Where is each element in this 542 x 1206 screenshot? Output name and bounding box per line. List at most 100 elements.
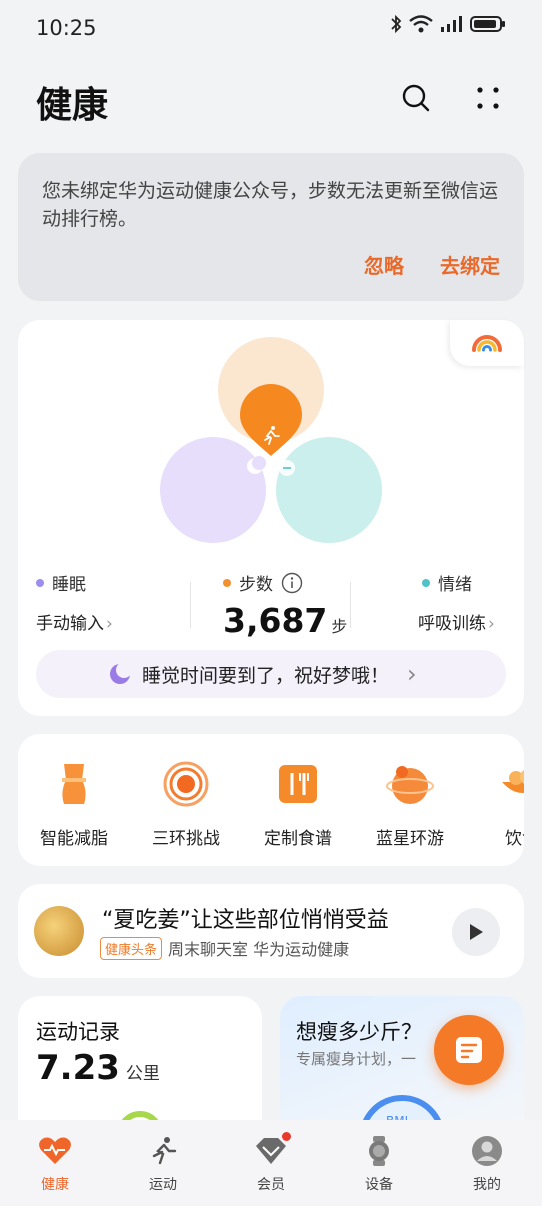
running-icon — [146, 1134, 180, 1168]
chevron-right-icon: › — [106, 614, 113, 634]
sleep-metric[interactable]: 睡眠 手动输入 › — [36, 570, 113, 634]
feature-rings-challenge[interactable]: 三环挑战 — [131, 758, 241, 849]
steps-label: 步数 — [239, 575, 273, 595]
more-grid-icon — [477, 87, 499, 109]
tab-member[interactable]: 会员 — [231, 1132, 311, 1194]
search-icon — [402, 84, 430, 112]
status-bar: 10:25 — [0, 0, 542, 56]
feature-label: 饮食 — [505, 829, 524, 849]
bind-button[interactable]: 去绑定 — [440, 250, 500, 279]
steps-unit: 步 — [331, 617, 348, 636]
steps-value-row: 3,687 步 — [223, 601, 347, 640]
bluetooth-icon — [391, 14, 402, 34]
health-petal-chart[interactable] — [18, 320, 524, 560]
mood-label: 情绪 — [438, 575, 472, 595]
sleep-dot — [36, 578, 44, 587]
sleep-manual-input[interactable]: 手动输入 › — [36, 609, 113, 634]
tab-exercise[interactable]: 运动 — [123, 1134, 203, 1194]
sleep-label: 睡眠 — [52, 575, 86, 595]
feature-planet-travel[interactable]: 蓝星环游 — [355, 758, 465, 849]
note-edit-icon — [456, 1037, 482, 1063]
tab-label: 会员 — [257, 1177, 285, 1193]
exercise-record-unit: 公里 — [125, 1064, 160, 1084]
chevron-right-icon: › — [407, 660, 417, 688]
wifi-icon — [409, 15, 433, 33]
avatar-icon — [470, 1134, 504, 1168]
more-button[interactable] — [468, 78, 508, 118]
mood-metric-name: 情绪 — [422, 570, 495, 595]
sleep-sub-label: 手动输入 — [36, 614, 104, 634]
feature-custom-recipe[interactable]: 定制食谱 — [243, 758, 353, 849]
play-icon — [470, 924, 483, 940]
features-card: 智能减脂 三环挑战 定制食谱 蓝星环游 饮食 — [18, 734, 524, 866]
article-card[interactable]: “夏吃姜”让这些部位悄悄受益 健康头条 周末聊天室 华为运动健康 — [18, 884, 524, 978]
tab-label: 我的 — [473, 1177, 501, 1193]
steps-dot — [223, 578, 231, 587]
mood-petal — [276, 437, 382, 543]
steps-value: 3,687 — [223, 601, 328, 640]
feature-label: 定制食谱 — [264, 829, 332, 849]
sleep-tip-text: 睡觉时间要到了，祝好梦哦！ — [142, 664, 390, 687]
sleep-tip-banner[interactable]: 睡觉时间要到了，祝好梦哦！ › — [36, 650, 506, 698]
tab-label: 健康 — [41, 1177, 69, 1193]
sleep-moon-icon — [110, 662, 132, 684]
breathing-training[interactable]: 呼吸训练 › — [418, 609, 495, 634]
bottom-tab-bar: 健康 运动 会员 设备 我的 — [0, 1120, 542, 1206]
slim-plan-title: 想瘦多少斤？ — [296, 1020, 422, 1044]
feature-smart-fat-loss[interactable]: 智能减脂 — [19, 758, 129, 849]
feature-food[interactable]: 饮食 — [467, 758, 524, 849]
recipe-icon — [272, 758, 324, 810]
rings-challenge-icon — [160, 758, 212, 810]
search-button[interactable] — [396, 78, 436, 118]
tab-health[interactable]: 健康 — [15, 1134, 95, 1194]
exercise-record-value: 7.23 — [36, 1048, 120, 1088]
status-icons — [390, 14, 506, 34]
mood-metric[interactable]: 情绪 呼吸训练 › — [418, 570, 495, 634]
article-title: “夏吃姜”让这些部位悄悄受益 — [102, 908, 389, 933]
sleep-metric-name: 睡眠 — [36, 570, 113, 595]
exercise-record-value-row: 7.23 公里 — [36, 1048, 160, 1088]
diamond-icon — [254, 1132, 291, 1168]
heart-pulse-icon — [38, 1134, 72, 1168]
slim-plan-subtitle: 专属瘦身计划，一 — [296, 1050, 417, 1068]
body-shape-icon — [48, 758, 100, 810]
mood-face-icon — [279, 460, 295, 476]
divider — [190, 582, 191, 628]
floating-action-button[interactable] — [434, 1015, 504, 1085]
divider — [350, 582, 351, 628]
signal-icon — [441, 16, 462, 32]
food-bowl-icon — [496, 758, 524, 810]
bind-notice-message: 您未绑定华为运动健康公众号，步数无法更新至微信运动排行榜。 — [42, 180, 499, 230]
steps-metric-name: 步数 — [223, 570, 347, 595]
tab-devices[interactable]: 设备 — [339, 1134, 419, 1194]
feature-label: 三环挑战 — [152, 829, 220, 849]
notification-dot — [282, 1132, 291, 1141]
tab-label: 运动 — [149, 1177, 177, 1193]
feature-label: 蓝星环游 — [376, 829, 444, 849]
watch-icon — [362, 1134, 396, 1168]
planet-travel-icon — [384, 758, 436, 810]
article-meta: 健康头条 周末聊天室 华为运动健康 — [100, 936, 349, 960]
header: 健康 — [0, 60, 542, 136]
tab-me[interactable]: 我的 — [447, 1134, 527, 1194]
exercise-record-title: 运动记录 — [36, 1020, 120, 1044]
sleep-petal — [160, 437, 266, 543]
chevron-right-icon: › — [488, 614, 495, 634]
steps-progress — [240, 384, 302, 456]
page-title: 健康 — [36, 85, 109, 126]
mood-sub-label: 呼吸训练 — [418, 614, 486, 634]
battery-icon — [470, 16, 505, 32]
feature-label: 智能减脂 — [40, 829, 108, 849]
article-source: 周末聊天室 华为运动健康 — [168, 940, 350, 959]
steps-metric[interactable]: 步数 3,687 步 — [223, 570, 347, 640]
article-thumbnail — [34, 906, 84, 956]
status-time: 10:25 — [36, 16, 97, 40]
health-summary-card[interactable]: 睡眠 手动输入 › 步数 3,687 步 情绪 呼吸训练 › 睡觉时间要到了，祝好梦哦… — [18, 320, 524, 716]
mood-dot — [422, 578, 430, 587]
ignore-button[interactable]: 忽略 — [364, 250, 404, 279]
bind-notice-card: 您未绑定华为运动健康公众号，步数无法更新至微信运动排行榜。 忽略 去绑定 — [18, 153, 524, 301]
tab-label: 设备 — [365, 1177, 393, 1193]
article-tag: 健康头条 — [100, 936, 163, 960]
info-icon[interactable] — [281, 572, 303, 594]
play-button[interactable] — [452, 908, 500, 956]
